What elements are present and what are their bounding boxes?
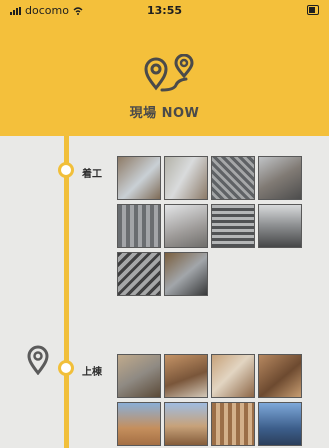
site-photo[interactable] [211, 402, 255, 446]
site-photo[interactable] [164, 252, 208, 296]
timeline-label: 着工 [82, 169, 102, 180]
site-photo[interactable] [164, 402, 208, 446]
site-photo[interactable] [258, 402, 302, 446]
site-photo[interactable] [258, 156, 302, 200]
location-pin-icon [27, 345, 49, 375]
site-photo[interactable] [117, 204, 161, 248]
site-photo[interactable] [211, 354, 255, 398]
site-photo[interactable] [164, 204, 208, 248]
status-bar: docomo 13:55 [0, 0, 329, 20]
site-photo[interactable] [211, 156, 255, 200]
app-header: docomo 13:55 現場 NOW [0, 0, 329, 136]
timeline-node [58, 162, 74, 178]
battery-icon [307, 5, 319, 15]
site-photo[interactable] [117, 156, 161, 200]
site-photo[interactable] [117, 402, 161, 446]
site-photo[interactable] [258, 354, 302, 398]
page-title: 現場 NOW [129, 106, 200, 121]
location-route-icon [144, 54, 194, 92]
site-photo[interactable] [164, 354, 208, 398]
site-photo[interactable] [258, 204, 302, 248]
status-time: 13:55 [146, 4, 182, 17]
timeline-node [58, 360, 74, 376]
site-photo[interactable] [117, 354, 161, 398]
timeline-line [64, 136, 69, 448]
site-photo[interactable] [211, 204, 255, 248]
site-photo[interactable] [117, 252, 161, 296]
timeline-label: 上棟 [82, 367, 102, 378]
site-photo[interactable] [164, 156, 208, 200]
